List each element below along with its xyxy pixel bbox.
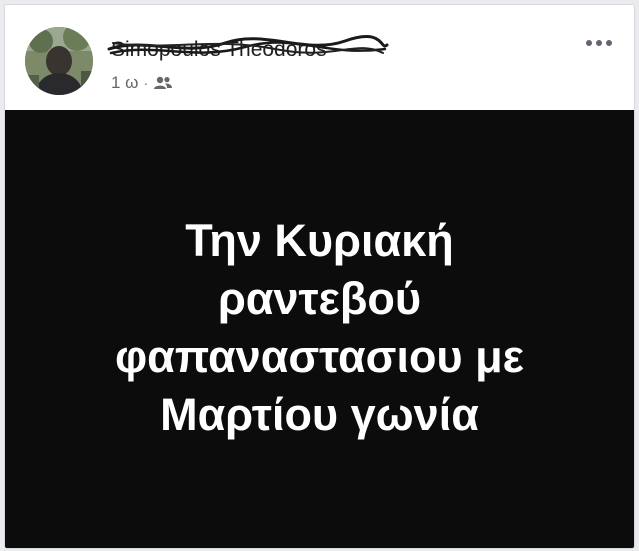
- more-dot: [596, 40, 602, 46]
- avatar[interactable]: [25, 27, 93, 95]
- image-text-line: ραντεβού: [217, 273, 422, 324]
- image-text-line: Μαρτίου γωνία: [160, 389, 479, 440]
- facebook-post: Simopoulos Theodoros 1 ω · Την Κυριακή ρ: [4, 4, 635, 549]
- post-meta: 1 ω ·: [111, 73, 173, 93]
- friends-icon[interactable]: [153, 76, 173, 90]
- avatar-image: [25, 27, 93, 95]
- meta-separator: ·: [143, 75, 149, 91]
- more-dot: [586, 40, 592, 46]
- post-image-text: Την Κυριακή ραντεβού φαπαναστασιου με Μα…: [5, 212, 634, 444]
- image-text-line: φαπαναστασιου με: [114, 331, 525, 382]
- author-name[interactable]: Simopoulos Theodoros: [111, 38, 327, 62]
- post-header: Simopoulos Theodoros 1 ω ·: [5, 5, 634, 110]
- post-image[interactable]: Την Κυριακή ραντεβού φαπαναστασιου με Μα…: [5, 110, 634, 548]
- post-timestamp[interactable]: 1 ω: [111, 73, 138, 93]
- more-options-icon[interactable]: [582, 33, 616, 53]
- more-dot: [606, 40, 612, 46]
- image-text-line: Την Κυριακή: [185, 215, 454, 266]
